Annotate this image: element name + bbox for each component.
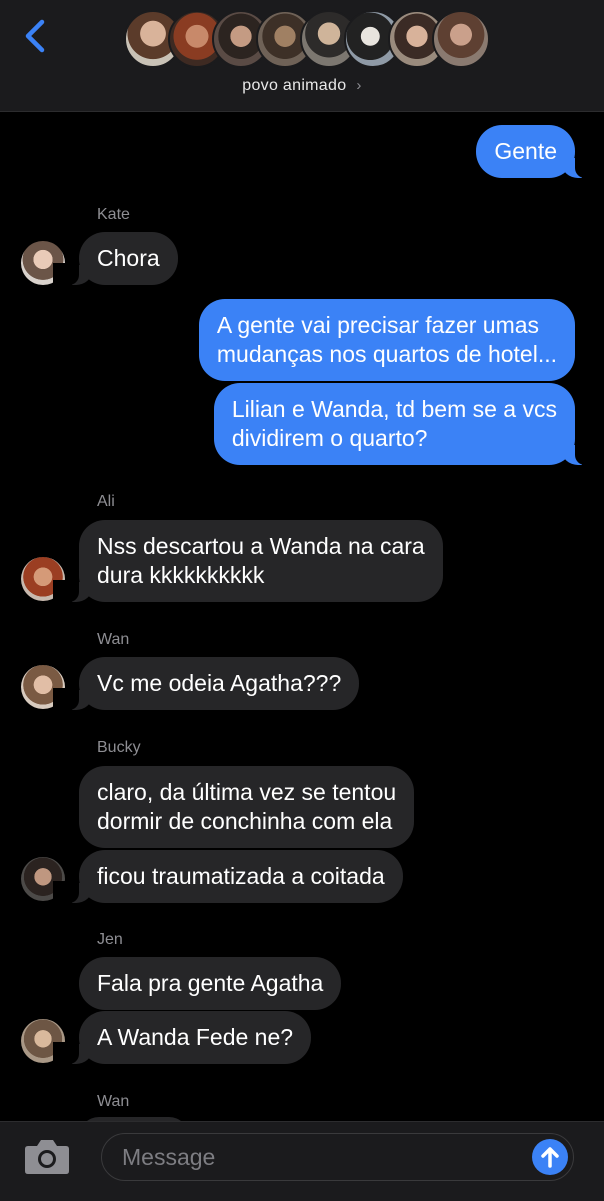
- message-text: claro, da última vez se tentou: [97, 779, 397, 805]
- sender-name: Wan: [97, 1093, 130, 1110]
- participant-avatar: [432, 10, 490, 68]
- message-bubble-incoming[interactable]: Chora: [53, 232, 178, 285]
- camera-icon[interactable]: [22, 1136, 72, 1176]
- message-bubble-incoming[interactable]: ficou traumatizada a coitada: [53, 850, 403, 903]
- arrow-up-icon: [541, 1147, 559, 1168]
- message-bubble-incoming[interactable]: claro, da última vez se tentou dormir de…: [79, 766, 415, 848]
- message-bubble-incoming[interactable]: Fala pra gente Agatha: [79, 957, 342, 1010]
- message-text: Gente: [494, 138, 557, 164]
- message-bubble-incoming[interactable]: A Wanda Fede ne?: [52, 1011, 312, 1064]
- message-bubble-incoming[interactable]: Vc me odeia Agatha???: [52, 657, 360, 710]
- sender-name: Kate: [97, 206, 130, 223]
- message-field[interactable]: [101, 1133, 574, 1181]
- sender-name: Wan: [97, 631, 130, 648]
- sender-name: Ali: [97, 493, 115, 510]
- message-text: dormir de conchinha com ela: [97, 808, 393, 834]
- send-button[interactable]: [532, 1139, 568, 1175]
- message-text: A gente vai precisar fazer umas: [216, 312, 540, 338]
- message-text: Chora: [97, 245, 160, 271]
- message-bubble-outgoing[interactable]: Lilian e Wanda, td bem se a vcs dividire…: [213, 383, 602, 465]
- message-bubble-outgoing[interactable]: Gente: [476, 125, 601, 178]
- message-text: A Wanda Fede ne?: [97, 1024, 294, 1050]
- chevron-left-icon[interactable]: [18, 16, 54, 56]
- message-list[interactable]: Gente Kate Chora A gente vai precisar fa…: [0, 111, 604, 1121]
- message-bubble-outgoing[interactable]: A gente vai precisar fazer umas mudanças…: [198, 299, 575, 381]
- conversation-header: povo animado ›: [0, 0, 604, 112]
- message-text: Vc me odeia Agatha???: [97, 670, 342, 696]
- group-name: povo animado: [242, 77, 347, 94]
- message-text: Nss descartou a Wanda na cara: [97, 533, 425, 559]
- compose-bar: [0, 1121, 604, 1201]
- message-text: dividirem o quarto?: [231, 425, 428, 451]
- sender-name: Bucky: [97, 739, 141, 756]
- message-text: Lilian e Wanda, td bem se a vcs: [231, 396, 557, 422]
- message-bubble-incoming[interactable]: Nss descartou a Wanda na cara dura kkkkk…: [53, 520, 443, 602]
- message-text: dura kkkkkkkkkk: [97, 562, 265, 588]
- message-text: Fala pra gente Agatha: [97, 970, 324, 996]
- message-text: ficou traumatizada a coitada: [97, 863, 385, 889]
- chevron-right-icon: ›: [356, 77, 362, 94]
- message-text: mudanças nos quartos de hotel...: [216, 341, 557, 367]
- message-input[interactable]: [120, 1134, 524, 1181]
- group-name-link[interactable]: povo animado ›: [0, 77, 604, 95]
- sender-name: Jen: [97, 931, 123, 948]
